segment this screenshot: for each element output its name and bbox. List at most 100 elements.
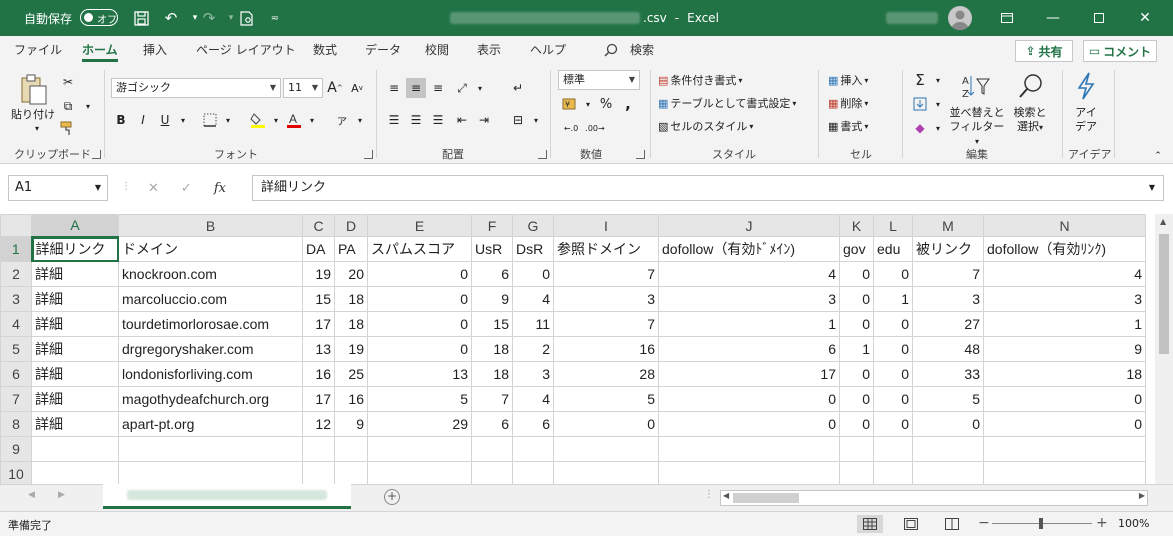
minimize-button[interactable]: —	[1030, 0, 1076, 36]
font-launcher-icon[interactable]	[364, 150, 373, 159]
cell-i6[interactable]: 28	[553, 361, 659, 387]
row-header-8[interactable]: 8	[0, 411, 32, 437]
cell-k9[interactable]	[839, 436, 874, 462]
cell-d2[interactable]: 20	[334, 261, 368, 287]
underline-dropdown-icon[interactable]: ▾	[173, 110, 193, 130]
cell-b7[interactable]: magothydeafchurch.org	[118, 386, 303, 412]
borders-dropdown-icon[interactable]: ▾	[218, 110, 238, 130]
cell-l10[interactable]	[873, 461, 913, 484]
cut-icon[interactable]: ✂	[58, 72, 78, 92]
comma-style-button[interactable]: ,	[618, 94, 638, 114]
orientation-icon[interactable]: ⤢	[452, 78, 472, 98]
autosave-toggle[interactable]: オフ	[80, 9, 118, 26]
add-sheet-button[interactable]: +	[384, 489, 400, 505]
undo-icon[interactable]: ↶	[160, 0, 182, 36]
column-header-g[interactable]: G	[512, 214, 554, 237]
orientation-dropdown-icon[interactable]: ▾	[470, 78, 490, 98]
cell-g10[interactable]	[512, 461, 554, 484]
accounting-dropdown-icon[interactable]: ▾	[578, 94, 598, 114]
cell-k10[interactable]	[839, 461, 874, 484]
cell-styles-button[interactable]: ▧ セルのスタイル ▾	[658, 118, 753, 134]
cell-a8[interactable]: 詳細	[31, 411, 119, 437]
share-button[interactable]: ⇪ 共有	[1015, 40, 1073, 62]
autosum-icon[interactable]: Σ	[910, 70, 930, 90]
increase-decimal-icon[interactable]: ←.0	[560, 118, 582, 138]
scroll-right-icon[interactable]: ▶	[1139, 491, 1145, 500]
zoom-level[interactable]: 100%	[1118, 517, 1149, 530]
cell-e5[interactable]: 0	[367, 336, 472, 362]
page-break-view-icon[interactable]	[939, 515, 965, 533]
clear-dropdown-icon[interactable]: ▾	[928, 118, 948, 138]
cell-a3[interactable]: 詳細	[31, 286, 119, 312]
cell-g5[interactable]: 2	[512, 336, 554, 362]
cell-k8[interactable]: 0	[839, 411, 874, 437]
spreadsheet-grid[interactable]: ABCDEFGIJKLMN 1 詳細リンク ドメイン DA PA スパムスコア UsR DsR…	[0, 214, 1155, 484]
italic-button[interactable]: I	[133, 110, 153, 130]
cell-d6[interactable]: 25	[334, 361, 368, 387]
cell-m9[interactable]	[912, 436, 984, 462]
clipboard-launcher-icon[interactable]	[92, 150, 101, 159]
copy-icon[interactable]: ⧉	[58, 96, 78, 116]
scroll-up-icon[interactable]: ▲	[1160, 217, 1166, 226]
cell-m7[interactable]: 5	[912, 386, 984, 412]
vertical-scrollbar[interactable]: ▲	[1155, 214, 1173, 484]
formula-input[interactable]: 詳細リンク ▼	[252, 175, 1164, 201]
row-header-1[interactable]: 1	[0, 236, 33, 262]
fill-icon[interactable]	[910, 94, 930, 114]
wrap-text-icon[interactable]: ↵	[508, 78, 528, 98]
cell-i10[interactable]	[553, 461, 659, 484]
select-all-corner[interactable]	[0, 214, 32, 237]
cell-j9[interactable]	[658, 436, 840, 462]
cell-k2[interactable]: 0	[839, 261, 874, 287]
row-header-4[interactable]: 4	[0, 311, 32, 337]
cell-j2[interactable]: 4	[658, 261, 840, 287]
cell-i7[interactable]: 5	[553, 386, 659, 412]
cell-k4[interactable]: 0	[839, 311, 874, 337]
cell-n3[interactable]: 3	[983, 286, 1146, 312]
cell-f9[interactable]	[471, 436, 513, 462]
phonetic-dropdown-icon[interactable]: ▾	[350, 110, 370, 130]
cell-g7[interactable]: 4	[512, 386, 554, 412]
shrink-font-icon[interactable]: Av	[347, 78, 367, 98]
column-header-b[interactable]: B	[118, 214, 303, 237]
cell-f8[interactable]: 6	[471, 411, 513, 437]
cell-n9[interactable]	[983, 436, 1146, 462]
align-center-icon[interactable]: ☰	[406, 110, 426, 130]
paste-icon[interactable]	[18, 72, 50, 108]
zoom-in-button[interactable]: +	[1096, 515, 1108, 531]
cell-c4[interactable]: 17	[302, 311, 335, 337]
normal-view-icon[interactable]	[857, 515, 883, 533]
font-name-select[interactable]: 游ゴシック ▼	[111, 78, 281, 98]
cell-b10[interactable]	[118, 461, 303, 484]
cell-j4[interactable]: 1	[658, 311, 840, 337]
bold-button[interactable]: B	[111, 110, 131, 130]
cell-i5[interactable]: 16	[553, 336, 659, 362]
tab-help[interactable]: ヘルプ	[530, 40, 566, 62]
row-header-3[interactable]: 3	[0, 286, 32, 312]
horizontal-scroll-thumb[interactable]	[733, 493, 799, 503]
cell-k1[interactable]: gov	[839, 236, 874, 262]
cell-m4[interactable]: 27	[912, 311, 984, 337]
align-bottom-icon[interactable]: ≡	[428, 78, 448, 98]
font-color-dropdown-icon[interactable]: ▾	[302, 110, 322, 130]
font-color-icon[interactable]: A	[284, 110, 304, 130]
align-middle-icon[interactable]: ≡	[406, 78, 426, 98]
row-header-5[interactable]: 5	[0, 336, 32, 362]
column-header-a[interactable]: A	[31, 214, 119, 238]
cell-e4[interactable]: 0	[367, 311, 472, 337]
find-select-button[interactable]: 検索と 選択▾	[1006, 106, 1054, 135]
cell-k5[interactable]: 1	[839, 336, 874, 362]
column-header-d[interactable]: D	[334, 214, 368, 237]
zoom-out-button[interactable]: −	[978, 515, 990, 531]
grow-font-icon[interactable]: A ^	[325, 78, 345, 98]
cell-l2[interactable]: 0	[873, 261, 913, 287]
cell-j5[interactable]: 6	[658, 336, 840, 362]
borders-icon[interactable]	[200, 110, 220, 130]
cell-j1[interactable]: dofollow（有効ﾄﾞﾒｲﾝ)	[658, 236, 840, 262]
autosum-dropdown-icon[interactable]: ▾	[928, 70, 948, 90]
cell-d9[interactable]	[334, 436, 368, 462]
cell-l7[interactable]: 0	[873, 386, 913, 412]
cell-i9[interactable]	[553, 436, 659, 462]
column-header-i[interactable]: I	[553, 214, 659, 237]
merge-center-icon[interactable]: ⊟	[508, 110, 528, 130]
